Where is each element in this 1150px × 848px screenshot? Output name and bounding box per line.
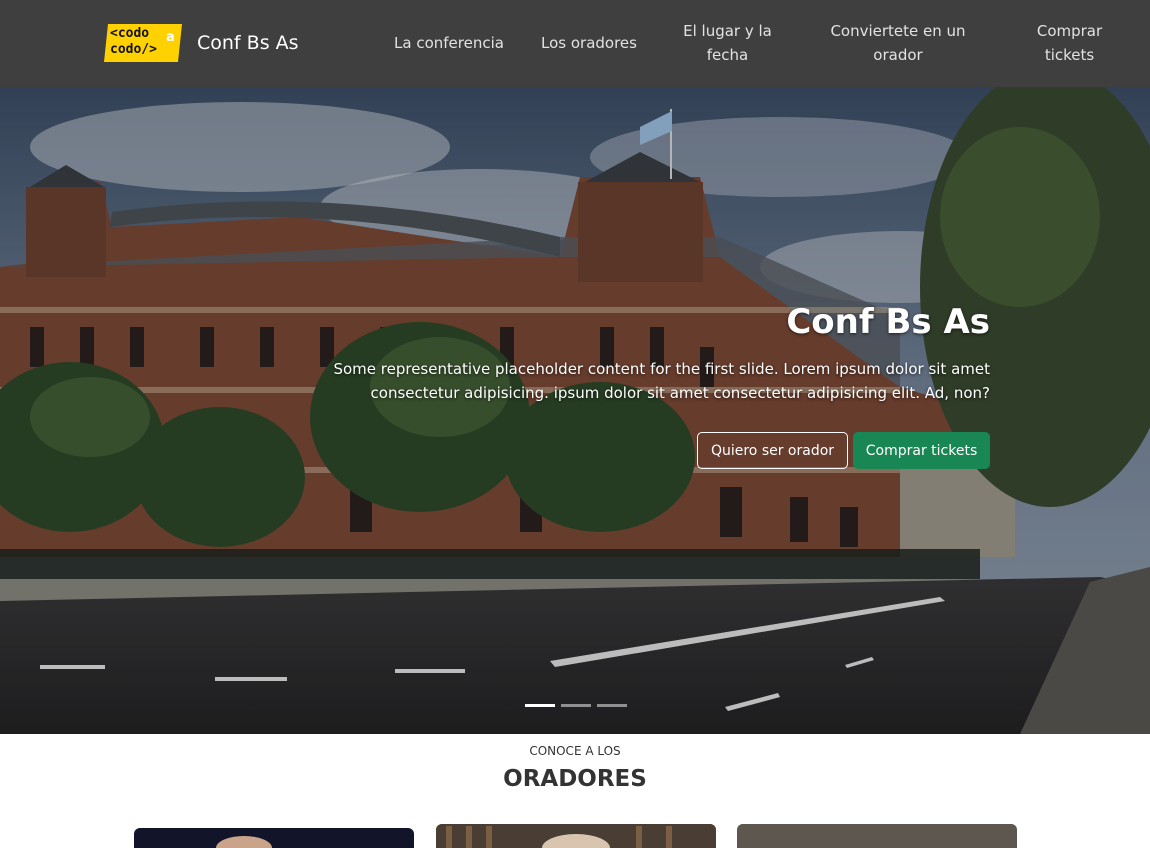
nav-lugar-fecha[interactable]: El lugar y la fecha [670,19,785,67]
speaker-photo [737,824,1017,848]
codo-a-codo-logo: <codo codo/> a [104,24,182,62]
speakers-subtitle: CONOCE A LOS [529,744,621,758]
speakers-title: ORADORES [503,766,647,792]
become-speaker-button[interactable]: Quiero ser orador [697,432,848,469]
hero-carousel: Conf Bs As Some representative placehold… [0,87,1150,734]
nav-conviertete-orador[interactable]: Conviertete en un orador [822,19,974,67]
speaker-card [436,824,716,848]
logo-mark: a [166,30,175,45]
nav-la-conferencia[interactable]: La conferencia [390,31,508,55]
carousel-indicator-3[interactable] [597,704,627,707]
logo-line-2: codo/> [110,42,157,57]
speaker-card [737,824,1017,848]
brand-name: Conf Bs As [197,32,299,54]
speaker-photo [216,836,272,848]
nav-los-oradores[interactable]: Los oradores [535,31,643,55]
carousel-indicator-1[interactable] [525,704,555,707]
nav-comprar-tickets[interactable]: Comprar tickets [1022,19,1117,67]
carousel-indicator-2[interactable] [561,704,591,707]
speaker-card [134,828,414,848]
top-navbar: <codo codo/> a Conf Bs As La conferencia… [0,0,1150,87]
logo-line-1: <codo [110,26,150,41]
buy-tickets-button[interactable]: Comprar tickets [853,432,990,469]
speaker-photo [436,824,716,848]
brand-link[interactable]: <codo codo/> a Conf Bs As [104,24,299,62]
hero-title: Conf Bs As [786,302,990,342]
hero-description: Some representative placeholder content … [333,360,990,402]
